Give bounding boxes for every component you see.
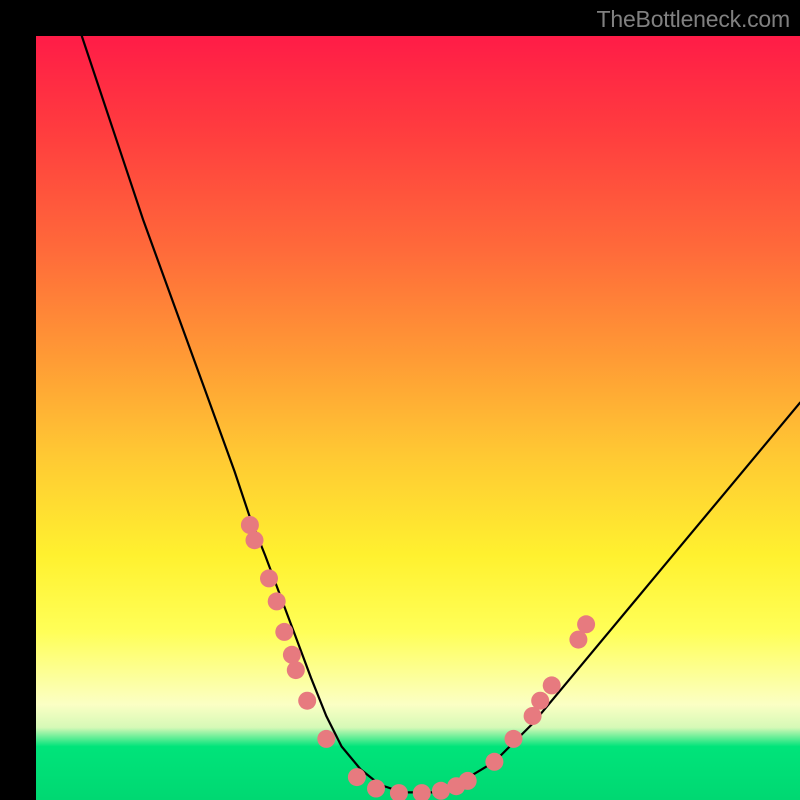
curve-marker (275, 623, 293, 641)
curve-marker (577, 615, 595, 633)
curve-marker (260, 569, 278, 587)
curve-markers (241, 516, 595, 800)
curve-marker (413, 784, 431, 800)
curve-marker (485, 753, 503, 771)
watermark-text: TheBottleneck.com (597, 6, 790, 33)
curve-marker (287, 661, 305, 679)
curve-marker (348, 768, 366, 786)
curve-marker (317, 730, 335, 748)
curve-marker (367, 780, 385, 798)
bottleneck-curve (82, 36, 800, 792)
curve-marker (246, 531, 264, 549)
curve-layer (36, 36, 800, 800)
curve-marker (569, 631, 587, 649)
chart-frame: TheBottleneck.com (0, 0, 800, 800)
curve-marker (524, 707, 542, 725)
curve-marker (505, 730, 523, 748)
curve-marker (268, 592, 286, 610)
curve-marker (390, 784, 408, 800)
curve-marker (459, 772, 477, 790)
curve-marker (298, 692, 316, 710)
curve-marker (543, 676, 561, 694)
curve-marker (241, 516, 259, 534)
plot-area (36, 36, 800, 800)
curve-marker (283, 646, 301, 664)
curve-marker (432, 782, 450, 800)
curve-marker (531, 692, 549, 710)
